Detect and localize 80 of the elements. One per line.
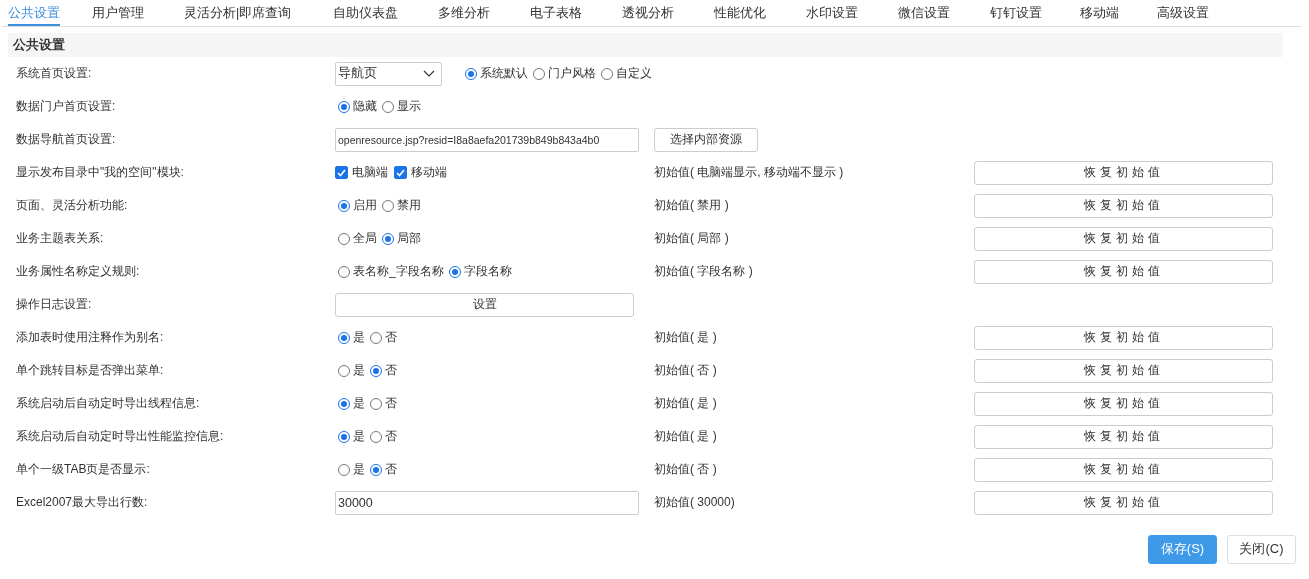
tab[interactable]: 多维分析 [438,0,491,26]
tab[interactable]: 微信设置 [898,0,951,26]
setting-label: 数据导航首页设置: [16,131,117,148]
restore-default-button[interactable]: 恢复初始值 [974,490,1273,515]
radio-option[interactable]: 表名称_字段名称 [335,263,444,280]
initial-value: 初始值( 否 ) [654,461,718,478]
setting-label: 系统启动后自动定时导出性能监控信息: [16,428,225,445]
url-field[interactable]: openresource.jsp?resid=I8a8aefa201739b849b843a4b0 [335,127,639,152]
radio-option[interactable]: 否 [367,395,397,412]
close-button[interactable]: 关闭(C) [1227,534,1296,564]
restore-default-button[interactable]: 恢复初始值 [974,259,1273,284]
check-icon [337,168,346,177]
tab[interactable]: 用户管理 [92,0,144,26]
tab[interactable]: 钉钉设置 [990,0,1043,26]
radio-option[interactable]: 否 [367,428,397,445]
radio-option[interactable]: 是 [335,329,365,346]
setting-label: 操作日志设置: [16,296,93,313]
choose-resource-button[interactable]: 选择内部资源 [654,127,758,152]
radio-option[interactable]: 门户风格 [530,65,596,82]
initial-value: 初始值( 局部 ) [654,230,730,247]
settings-button[interactable]: 设置 [335,292,634,317]
setting-label: 系统首页设置: [16,65,93,82]
radio-option[interactable]: 是 [335,461,365,478]
initial-value: 初始值( 是 ) [654,428,718,445]
radio-option[interactable]: 系统默认 [462,65,528,82]
chevron-down-icon [423,69,435,78]
radio-option[interactable]: 禁用 [379,197,421,214]
radio-option[interactable]: 是 [335,362,365,379]
radio-option[interactable]: 局部 [379,230,421,247]
restore-default-button[interactable]: 恢复初始值 [974,358,1273,383]
setting-label: 系统启动后自动定时导出线程信息: [16,395,201,412]
radio-option[interactable]: 自定义 [598,65,652,82]
tab[interactable]: 公共设置 [8,0,60,26]
restore-default-button[interactable]: 恢复初始值 [974,226,1273,251]
radio-option[interactable]: 显示 [379,98,421,115]
checkbox-option[interactable]: 移动端 [394,164,447,181]
setting-label: Excel2007最大导出行数: [16,494,149,511]
setting-label: 页面、灵活分析功能: [16,197,129,214]
setting-label: 数据门户首页设置: [16,98,117,115]
tab[interactable]: 移动端 [1080,0,1120,26]
initial-value: 初始值( 是 ) [654,395,718,412]
restore-default-button[interactable]: 恢复初始值 [974,193,1273,218]
radio-option[interactable]: 全局 [335,230,377,247]
tab[interactable]: 透视分析 [622,0,675,26]
restore-default-button[interactable]: 恢复初始值 [974,160,1273,185]
initial-value: 初始值( 电脑端显示, 移动端不显示 ) [654,164,845,181]
radio-option[interactable]: 否 [367,461,397,478]
restore-default-button[interactable]: 恢复初始值 [974,457,1273,482]
setting-label: 添加表时使用注释作为别名: [16,329,165,346]
setting-label: 单个一级TAB页是否显示: [16,461,151,478]
tab[interactable]: 灵活分析|即席查询 [184,0,292,26]
tab[interactable]: 电子表格 [530,0,583,26]
tab[interactable]: 水印设置 [806,0,859,26]
checkbox-option[interactable]: 电脑端 [335,164,388,181]
radio-option[interactable]: 否 [367,329,397,346]
check-icon [396,168,405,177]
tab[interactable]: 自助仪表盘 [333,0,399,26]
setting-label: 单个跳转目标是否弹出菜单: [16,362,165,379]
initial-value: 初始值( 30000) [654,494,736,511]
radio-option[interactable]: 是 [335,395,365,412]
tab[interactable]: 高级设置 [1157,0,1210,26]
initial-value: 初始值( 否 ) [654,362,718,379]
input-field[interactable]: 30000 [335,490,639,515]
initial-value: 初始值( 是 ) [654,329,718,346]
setting-label: 显示发布目录中"我的空间"模块: [16,164,185,181]
home-page-select[interactable]: 导航页 [335,61,442,86]
initial-value: 初始值( 禁用 ) [654,197,730,214]
radio-option[interactable]: 是 [335,428,365,445]
radio-option[interactable]: 否 [367,362,397,379]
setting-label: 业务主题表关系: [16,230,105,247]
radio-option[interactable]: 隐藏 [335,98,377,115]
radio-option[interactable]: 启用 [335,197,377,214]
initial-value: 初始值( 字段名称 ) [654,263,754,280]
section-header: 公共设置 [8,33,1283,57]
restore-default-button[interactable]: 恢复初始值 [974,424,1273,449]
restore-default-button[interactable]: 恢复初始值 [974,325,1273,350]
radio-option[interactable]: 字段名称 [445,263,512,280]
restore-default-button[interactable]: 恢复初始值 [974,391,1273,416]
tab[interactable]: 性能优化 [714,0,767,26]
setting-label: 业务属性名称定义规则: [16,263,141,280]
